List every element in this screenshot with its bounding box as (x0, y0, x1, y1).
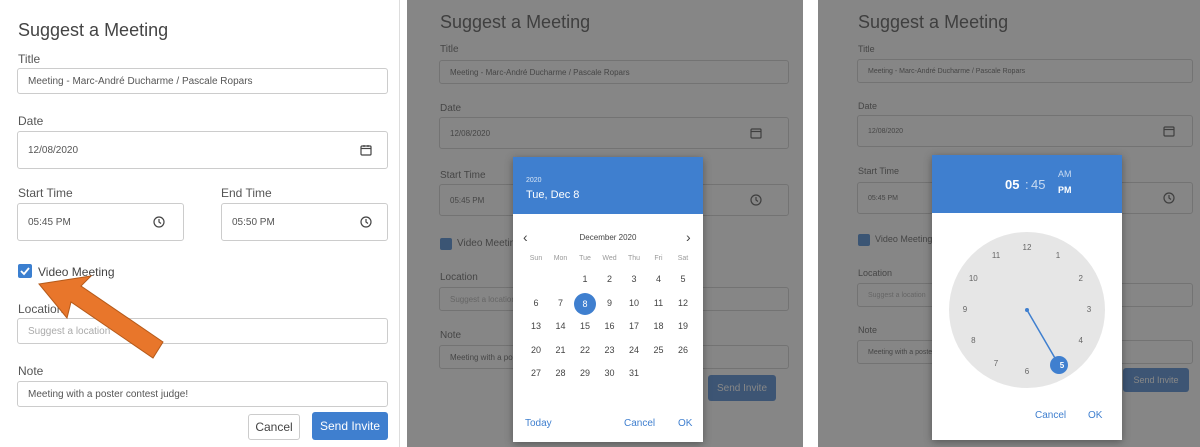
note-input[interactable]: Meeting with a poster contest judge! (17, 381, 388, 407)
calendar-day[interactable]: 3 (622, 269, 646, 289)
calendar-day[interactable]: 25 (647, 340, 671, 360)
date-label: Date (18, 114, 44, 128)
title-label: Title (18, 52, 41, 66)
clock-hour[interactable]: 2 (1074, 274, 1088, 283)
calendar-day[interactable]: 2 (598, 269, 622, 289)
calendar-day[interactable]: 12 (671, 293, 695, 313)
day-of-week-label: Thu (627, 255, 641, 262)
am-toggle[interactable]: AM (1058, 169, 1072, 179)
day-of-week-label: Tue (579, 255, 591, 262)
clock-hour[interactable]: 6 (1020, 367, 1034, 376)
calendar-day[interactable]: 16 (598, 316, 622, 336)
pointer-arrow (38, 275, 164, 359)
calendar-day[interactable]: 9 (598, 293, 622, 313)
time-picker-panel: Suggest a Meeting Title Meeting - Marc-A… (818, 0, 1200, 447)
calendar-day[interactable]: 31 (622, 363, 646, 383)
calendar-day[interactable]: 22 (573, 340, 597, 360)
calendar-day[interactable]: 5 (671, 269, 695, 289)
calendar-day[interactable]: 4 (647, 269, 671, 289)
calendar-day[interactable]: 20 (524, 340, 548, 360)
calendar-day[interactable]: 29 (573, 363, 597, 383)
calendar-day[interactable]: 24 (622, 340, 646, 360)
calendar-day[interactable]: 6 (524, 293, 548, 313)
day-of-week-label: Sat (677, 255, 689, 262)
calendar-day[interactable]: 26 (671, 340, 695, 360)
calendar-day[interactable]: 21 (549, 340, 573, 360)
date-picker-panel: Suggest a Meeting Title Meeting - Marc-A… (407, 0, 803, 447)
date-picker-dialog: 2020 Tue, Dec 8 ‹ December 2020 › Sun Mon… (513, 157, 703, 442)
minute-display[interactable]: 45 (1031, 177, 1045, 192)
calendar-cancel-button[interactable]: Cancel (624, 418, 655, 429)
calendar-day[interactable]: 18 (647, 316, 671, 336)
cancel-button[interactable]: Cancel (248, 414, 300, 440)
video-meeting-checkbox[interactable] (18, 264, 32, 278)
pm-toggle[interactable]: PM (1058, 185, 1072, 195)
month-label: December 2020 (579, 233, 637, 242)
clock-hour[interactable]: 4 (1074, 336, 1088, 345)
clock-ok-button[interactable]: OK (1088, 410, 1102, 421)
clock-hour[interactable]: 9 (958, 305, 972, 314)
form-heading: Suggest a Meeting (18, 20, 169, 40)
clock-icon[interactable] (360, 216, 372, 228)
calendar-day[interactable]: 23 (598, 340, 622, 360)
clock-icon[interactable] (153, 216, 165, 228)
send-invite-button[interactable]: Send Invite (312, 412, 388, 440)
calendar-day[interactable]: 11 (647, 293, 671, 313)
clock-hour[interactable]: 8 (966, 336, 980, 345)
clock-hour[interactable]: 12 (1020, 243, 1034, 252)
day-of-week-label: Wed (602, 255, 617, 262)
calendar-icon[interactable] (360, 144, 372, 156)
next-month-icon[interactable]: › (686, 229, 691, 245)
clock-cancel-button[interactable]: Cancel (1035, 410, 1066, 421)
time-separator: : (1025, 177, 1029, 192)
hour-display[interactable]: 05 (1005, 177, 1019, 192)
end-time-value: 05:50 PM (232, 216, 275, 228)
calendar-day[interactable]: 19 (671, 316, 695, 336)
day-of-week-label: Fri (654, 255, 663, 262)
calendar-ok-button[interactable]: OK (678, 418, 692, 429)
day-of-week-label: Sun (529, 255, 543, 262)
calendar-day[interactable]: 13 (524, 316, 548, 336)
date-picker-header: 2020 Tue, Dec 8 (513, 157, 703, 214)
date-value: 12/08/2020 (28, 144, 79, 156)
day-of-week-label: Mon (553, 255, 568, 262)
clock-hour[interactable]: 3 (1082, 305, 1096, 314)
calendar-day[interactable]: 30 (598, 363, 622, 383)
end-time-label: End Time (221, 186, 272, 200)
start-time-value: 05:45 PM (28, 216, 71, 228)
calendar-day[interactable]: 17 (622, 316, 646, 336)
clock-hour[interactable]: 10 (966, 274, 980, 283)
calendar-day[interactable]: 15 (573, 316, 597, 336)
time-picker-header: 05 : 45 AM PM (932, 155, 1122, 213)
clock-hour[interactable]: 1 (1051, 251, 1065, 260)
calendar-day[interactable]: 14 (549, 316, 573, 336)
calendar-day[interactable]: 28 (549, 363, 573, 383)
clock-hour[interactable]: 11 (989, 251, 1003, 260)
start-time-label: Start Time (18, 186, 73, 200)
calendar-day[interactable]: 7 (549, 293, 573, 313)
clock-hour[interactable]: 7 (989, 359, 1003, 368)
selected-date-label: Tue, Dec 8 (526, 189, 580, 201)
selected-hour[interactable]: 5 (1055, 361, 1069, 370)
calendar-day[interactable]: 27 (524, 363, 548, 383)
date-input[interactable]: 12/08/2020 (17, 131, 388, 169)
selected-day[interactable]: 8 (574, 292, 596, 315)
time-picker-dialog: 05 : 45 AM PM 12 1 2 3 4 5 6 7 8 9 10 11 Cancel OK (932, 155, 1122, 440)
calendar-day[interactable]: 10 (622, 293, 646, 313)
today-button[interactable]: Today (525, 418, 552, 429)
meeting-form-panel: Suggest a Meeting Title Meeting - Marc-A… (0, 0, 400, 447)
year-label[interactable]: 2020 (526, 177, 542, 184)
title-input[interactable]: Meeting - Marc-André Ducharme / Pascale … (17, 68, 388, 94)
calendar-day[interactable]: 1 (573, 269, 597, 289)
